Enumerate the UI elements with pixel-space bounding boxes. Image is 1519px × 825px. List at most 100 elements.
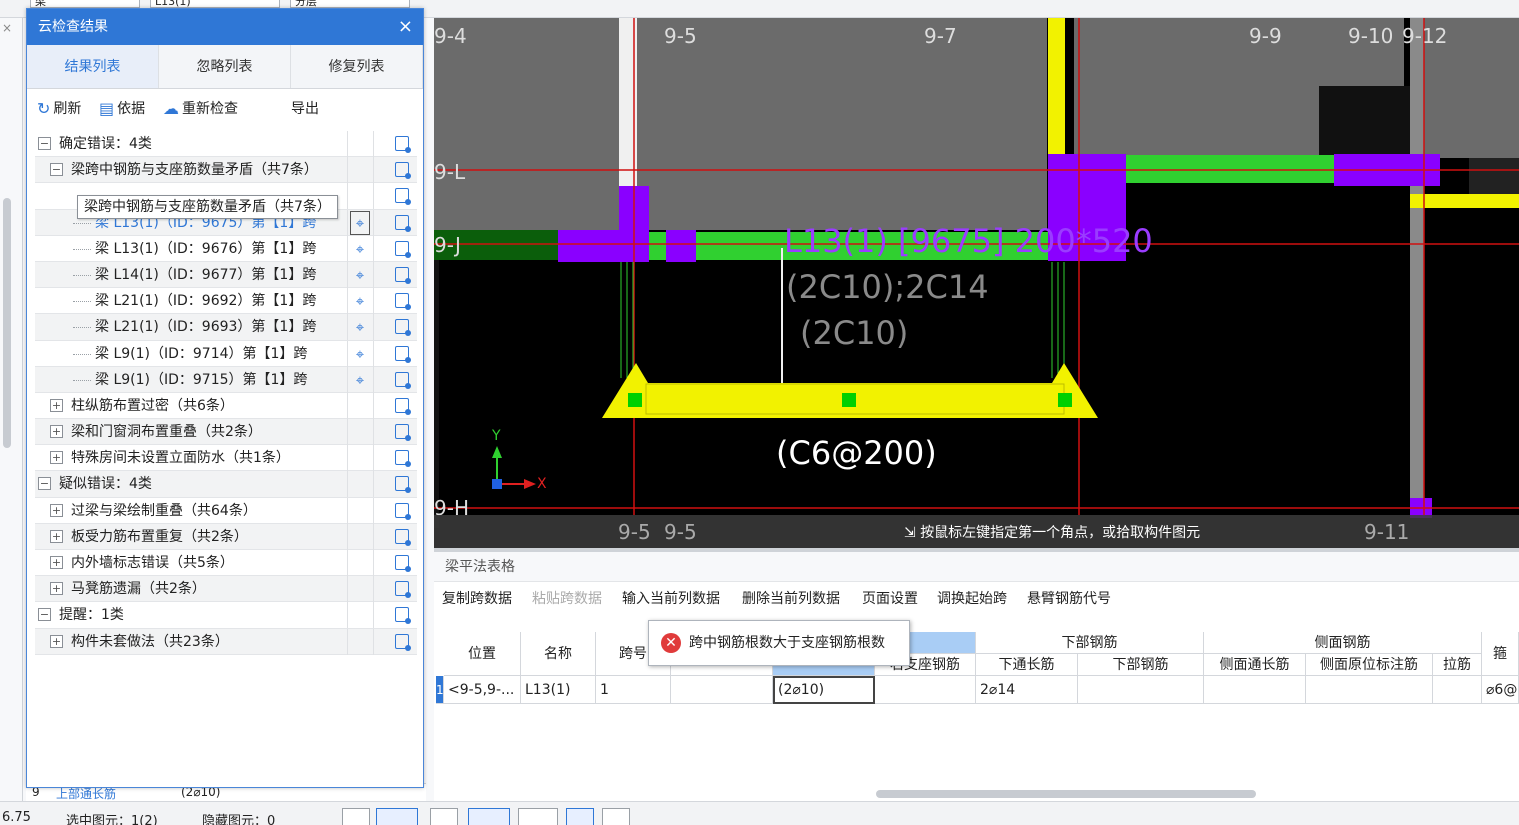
locate-icon[interactable]: ⌖ <box>350 210 370 235</box>
tab-ignored[interactable]: 忽略列表 <box>159 45 291 88</box>
locate-icon[interactable]: ⌖ <box>350 262 370 288</box>
recheck-button[interactable]: ☁ 重新检查 <box>163 98 238 118</box>
fix-document-icon[interactable] <box>395 476 411 494</box>
locate-icon[interactable]: ⌖ <box>350 367 370 393</box>
tree-row[interactable]: 梁 L14(1)（ID：9677）第【1】跨 ⌖ <box>35 261 417 289</box>
fix-document-icon[interactable] <box>395 214 411 232</box>
cell-stirrup[interactable]: ⌀6@ <box>1482 676 1519 704</box>
cell-left-support[interactable] <box>671 676 773 704</box>
cell-position[interactable]: <9-5,9-... <box>444 676 521 704</box>
ortho-toggle[interactable] <box>342 808 370 825</box>
expand-icon[interactable]: + <box>50 634 63 648</box>
tree-row[interactable]: + 梁和门窗洞布置重叠（共2条） <box>35 419 417 446</box>
expand-icon[interactable]: + <box>50 529 63 543</box>
collapse-icon[interactable]: − <box>50 163 63 177</box>
refresh-button[interactable]: ↻ 刷新 <box>37 98 81 118</box>
tree-row[interactable]: + 马凳筋遗漏（共2条） <box>35 576 417 603</box>
tree-row[interactable]: − 确定错误：4类 <box>35 131 417 158</box>
floor-combo[interactable]: 分层 <box>290 0 410 8</box>
cantilever-code-button[interactable]: 悬臂钢筋代号 <box>1027 588 1111 608</box>
fix-document-icon[interactable] <box>395 424 411 442</box>
tree-row[interactable]: + 柱纵筋布置过密（共6条） <box>35 392 417 420</box>
cell-bottom-through[interactable]: 2⌀14 <box>976 676 1078 704</box>
element-combo[interactable]: L13(1) <box>150 0 280 8</box>
tree-row[interactable]: 梁 L9(1)（ID：9714）第【1】跨 ⌖ <box>35 340 417 367</box>
collapse-icon[interactable]: − <box>38 137 51 150</box>
page-setup-button[interactable]: 页面设置 <box>862 588 918 608</box>
expand-icon[interactable]: + <box>50 398 63 412</box>
fix-document-icon[interactable] <box>395 555 411 572</box>
fix-document-icon[interactable] <box>395 397 411 415</box>
delete-column-button[interactable]: 删除当前列数据 <box>742 588 840 608</box>
fix-document-icon[interactable] <box>395 371 411 389</box>
fix-document-icon[interactable] <box>395 188 411 206</box>
tree-row[interactable]: + 特殊房间未设置立面防水（共1条） <box>35 445 417 472</box>
cell-name[interactable]: L13(1) <box>521 676 596 704</box>
fix-document-icon[interactable] <box>395 633 411 651</box>
layer-combo[interactable]: 梁 <box>30 0 140 8</box>
axis-snap-toggle[interactable] <box>518 808 558 825</box>
tree-row[interactable]: + 过梁与梁绘制重叠（共64条） <box>35 497 417 524</box>
fix-document-icon[interactable] <box>395 528 411 546</box>
fix-document-icon[interactable] <box>395 607 411 625</box>
fix-document-icon[interactable] <box>395 450 411 468</box>
swap-start-span-button[interactable]: 调换起始跨 <box>937 588 1007 608</box>
expand-icon[interactable]: + <box>50 582 63 596</box>
tree-row[interactable]: 梁 L21(1)（ID：9693）第【1】跨 ⌖ <box>35 314 417 341</box>
cad-viewport[interactable]: 9-4 9-5 9-7 9-9 9-10 9-12 9-L 9-J 9-H L1… <box>434 18 1519 548</box>
basis-button[interactable]: ▤ 依据 <box>99 98 145 118</box>
expand-icon[interactable]: + <box>50 503 63 517</box>
panel-close-icon[interactable]: × <box>2 21 12 35</box>
locate-icon[interactable]: ⌖ <box>350 236 370 262</box>
cell-bottom-rebar[interactable] <box>1078 676 1204 704</box>
tree-row[interactable]: + 内外墙标志错误（共5条） <box>35 550 417 577</box>
cell-side-through[interactable] <box>1204 676 1306 704</box>
cell-side-original[interactable] <box>1306 676 1433 704</box>
pick-icon: ⇲ <box>904 525 921 541</box>
tab-fixed[interactable]: 修复列表 <box>291 45 423 88</box>
tree-row[interactable]: 梁 L9(1)（ID：9715）第【1】跨 ⌖ <box>35 366 417 393</box>
fix-document-icon[interactable] <box>395 293 411 311</box>
dimension-toggle[interactable] <box>602 808 630 825</box>
tab-results[interactable]: 结果列表 <box>27 45 159 88</box>
collapse-icon[interactable]: − <box>38 477 51 491</box>
tree-row[interactable]: 梁 L21(1)（ID：9692）第【1】跨 ⌖ <box>35 288 417 315</box>
fix-document-icon[interactable] <box>395 240 411 258</box>
expand-icon[interactable]: + <box>50 556 63 569</box>
locate-icon[interactable]: ⌖ <box>350 341 370 367</box>
display-toggle[interactable] <box>566 808 594 825</box>
cell-span[interactable]: 1 <box>596 676 671 704</box>
input-column-button[interactable]: 输入当前列数据 <box>622 588 720 608</box>
snap-toggle[interactable] <box>468 808 510 825</box>
select-mode-toggle[interactable] <box>376 808 418 825</box>
expand-icon[interactable]: + <box>50 425 63 439</box>
fix-document-icon[interactable] <box>395 136 411 153</box>
fix-document-icon[interactable] <box>395 345 411 363</box>
locate-icon[interactable]: ⌖ <box>350 314 370 340</box>
table-horizontal-scrollbar[interactable] <box>876 790 1256 798</box>
fix-document-icon[interactable] <box>395 266 411 284</box>
locate-icon[interactable]: ⌖ <box>350 288 370 314</box>
panel-scrollbar[interactable] <box>3 198 11 448</box>
tree-row[interactable]: + 板受力筋布置重复（共2条） <box>35 523 417 550</box>
copy-span-button[interactable]: 复制跨数据 <box>442 588 512 608</box>
tree-row[interactable]: − 提醒：1类 <box>35 602 417 629</box>
fix-document-icon[interactable] <box>395 502 411 520</box>
cell-tie[interactable] <box>1433 676 1482 704</box>
fix-document-icon[interactable] <box>395 581 411 599</box>
collapse-icon[interactable]: − <box>38 608 51 622</box>
tree-row[interactable]: − 梁跨中钢筋与支座筋数量矛盾（共7条） <box>35 157 417 184</box>
tree-row[interactable]: 梁 L13(1)（ID：9676）第【1】跨 ⌖ <box>35 235 417 262</box>
tree-row[interactable]: − 疑似错误：4类 <box>35 471 417 498</box>
expand-icon[interactable]: + <box>50 451 63 465</box>
paste-span-button[interactable]: 粘贴跨数据 <box>532 588 602 608</box>
export-button[interactable]: 导出 <box>291 98 319 118</box>
cell-right-support[interactable] <box>875 676 976 704</box>
cross-select-toggle[interactable] <box>430 808 458 825</box>
fix-document-icon[interactable] <box>395 162 411 180</box>
fix-document-icon[interactable] <box>395 319 411 337</box>
dialog-close-icon[interactable]: × <box>398 9 413 45</box>
cell-top-through[interactable]: (2⌀10) <box>773 676 875 704</box>
row-index[interactable]: 1 <box>436 676 444 704</box>
tree-row[interactable]: + 构件未套做法（共23条） <box>35 628 417 655</box>
